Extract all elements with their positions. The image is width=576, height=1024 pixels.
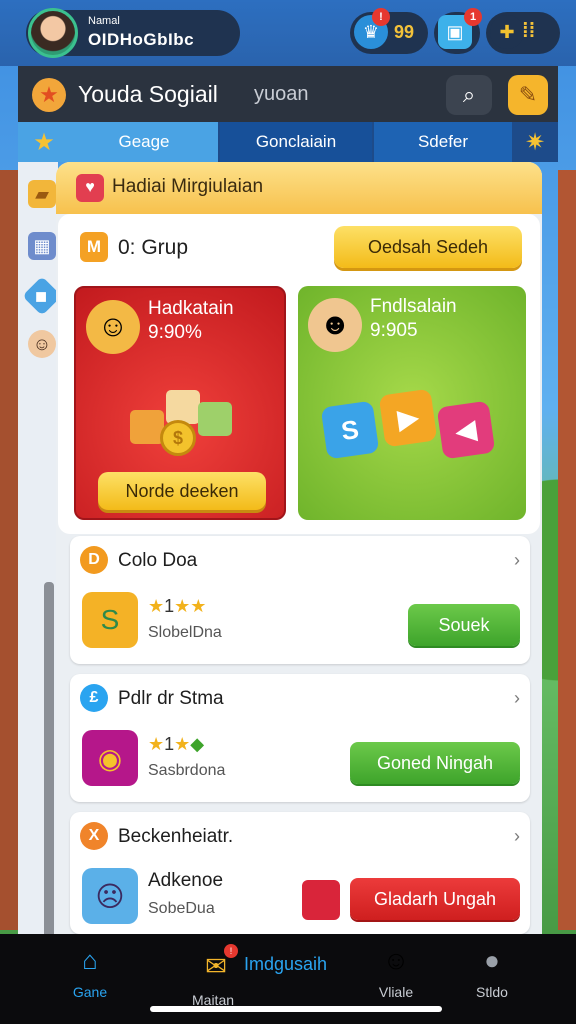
- tile-icon: ▶: [378, 388, 438, 448]
- page-title: Youda Sogiail: [78, 81, 218, 107]
- game-title: Pdlr dr Stma: [118, 688, 224, 709]
- home-indicator[interactable]: [150, 1006, 442, 1012]
- home-icon: ⌂: [82, 944, 98, 975]
- chevron-right-icon[interactable]: ›: [514, 826, 520, 847]
- main-panel: ♥ Hadiai Mirgiulaian M 0: Grup Oedsah Se…: [56, 162, 542, 934]
- game-badge-icon: D: [80, 546, 108, 574]
- promo-value: 9:905: [370, 320, 418, 341]
- top-status-bar: Namal OIDHoGbIbc ♛ ! 99 ▣ 1 ✚ ⁞⁞: [0, 0, 576, 66]
- tab-geage[interactable]: Geage: [70, 122, 218, 162]
- nav-messages-title: Imdgusaih: [244, 954, 328, 974]
- coin-icon: $: [160, 420, 196, 456]
- promo-card-green[interactable]: ☻ Fndlsalain 9:905 S ▶ ◀: [298, 286, 526, 520]
- tile-icon: ◀: [436, 400, 496, 460]
- sidebar-icon-image[interactable]: ▦: [28, 232, 56, 260]
- puzzle-icon: ✚: [490, 15, 524, 49]
- tab-bar: ★ Geage Gonclaiain Sdefer ✷: [18, 122, 558, 162]
- trophy-counter[interactable]: ♛ ! 99: [350, 8, 428, 54]
- rating-value: 1: [164, 734, 175, 754]
- nav-friends-label: Vliale: [378, 984, 414, 1000]
- tab-sdefer[interactable]: Sdefer: [374, 122, 512, 162]
- puzzle-menu[interactable]: ✚ ⁞⁞: [486, 12, 560, 54]
- nav-home[interactable]: ⌂ Gane: [60, 942, 120, 1012]
- nav-friends[interactable]: ☺ Vliale: [366, 942, 426, 1012]
- user-label: Namal: [88, 15, 120, 27]
- tile-icon: S: [320, 400, 380, 460]
- list-item[interactable]: £ Pdlr dr Stma › ◉ ★1★◆ Sasbrdona Goned …: [70, 674, 530, 802]
- trophy-value: 99: [394, 22, 415, 42]
- character-icon: ☻: [308, 298, 362, 352]
- gift-counter[interactable]: ▣ 1: [434, 8, 482, 54]
- star-badge-icon[interactable]: ✷: [518, 126, 552, 158]
- game-subtitle: SlobelDna: [148, 624, 222, 641]
- game-thumbnail: ◉: [82, 730, 138, 786]
- star-rating: ★1★★: [148, 596, 207, 616]
- notification-dot: !: [224, 944, 238, 958]
- panel-header: ♥ Hadiai Mirgiulaian: [56, 162, 542, 214]
- panel-title: Hadiai Mirgiulaian: [112, 176, 264, 197]
- tab-gonclaiain[interactable]: Gonclaiain: [220, 122, 372, 162]
- notification-dot: !: [372, 8, 390, 26]
- reward-icon: ✎: [518, 82, 538, 107]
- chevron-right-icon[interactable]: ›: [514, 550, 520, 571]
- game-subtitle: Sasbrdona: [148, 762, 226, 779]
- sidebar-scrollbar[interactable]: [44, 582, 54, 952]
- star-rating: ★1★◆: [148, 734, 205, 754]
- list-item[interactable]: X Beckenheiatr. › ☹ Adkenoe SobeDua Glad…: [70, 812, 530, 934]
- user-id: OIDHoGbIbc: [88, 30, 195, 49]
- person-icon: ●: [484, 944, 500, 975]
- game-thumbnail: ☹: [82, 868, 138, 924]
- chevron-right-icon[interactable]: ›: [514, 688, 520, 709]
- character-icon: ☺: [86, 300, 140, 354]
- group-label: 0: Grup: [118, 236, 189, 259]
- left-sidebar: ▰ ▦ ◆ ☺: [18, 162, 62, 952]
- user-profile-pill[interactable]: Namal OIDHoGbIbc: [26, 8, 240, 58]
- game-badge-icon: £: [80, 684, 108, 712]
- sidebar-icon-avatar[interactable]: ☺: [28, 330, 56, 358]
- nav-messages[interactable]: ✉ ! Imdgusaih Maitan: [186, 942, 346, 1012]
- group-card: M 0: Grup Oedsah Sedeh ☺ Hadkatain 9:90%…: [58, 214, 540, 534]
- game-thumbnail: S: [82, 592, 138, 648]
- star-icon: ★: [32, 78, 66, 112]
- nav-profile-label: Stldo: [476, 984, 508, 1000]
- title-bar: ★ Youda Sogiail yuoan ⌕ ✎: [18, 66, 558, 122]
- treasure-art: $: [116, 380, 246, 460]
- promo-card-red[interactable]: ☺ Hadkatain 9:90% $ Norde deeken: [74, 286, 286, 520]
- search-button[interactable]: ⌕: [446, 75, 492, 115]
- game-badge-icon: X: [80, 822, 108, 850]
- color-swatch: [302, 880, 340, 920]
- background-wall-left: [0, 170, 18, 930]
- promo-title: Hadkatain: [148, 298, 234, 319]
- nav-profile[interactable]: ● Stldo: [462, 942, 522, 1012]
- nav-home-label: Gane: [72, 984, 108, 1000]
- reward-button[interactable]: ✎: [508, 75, 548, 115]
- group-icon: M: [80, 232, 108, 262]
- list-item[interactable]: D Colo Doa › S ★1★★ SlobelDna Souek: [70, 536, 530, 664]
- game-play-button[interactable]: Goned Ningah: [350, 742, 520, 784]
- promo-title: Fndlsalain: [370, 296, 457, 317]
- avatar[interactable]: [28, 8, 78, 58]
- search-icon: ⌕: [462, 82, 476, 107]
- box-icon: [130, 410, 164, 444]
- game-play-button[interactable]: Souek: [408, 604, 520, 646]
- rating-value: 1: [164, 596, 175, 616]
- box-icon: [166, 390, 200, 424]
- game-title: Colo Doa: [118, 550, 198, 571]
- game-play-button[interactable]: Gladarh Ungah: [350, 878, 520, 920]
- box-icon: [198, 402, 232, 436]
- game-title: Beckenheiatr.: [118, 826, 234, 847]
- game-name: Adkenoe: [148, 870, 224, 891]
- favorites-tab-icon[interactable]: ★: [18, 122, 70, 162]
- group-action-button[interactable]: Oedsah Sedeh: [334, 226, 522, 268]
- sidebar-icon-folder[interactable]: ▰: [28, 180, 56, 208]
- friend-avatar-icon: ☺: [382, 944, 410, 975]
- game-subtitle: SobeDua: [148, 900, 215, 917]
- promo-value: 9:90%: [148, 322, 202, 343]
- page-subtitle: yuoan: [254, 83, 309, 105]
- grid-icon: ⁞⁞: [522, 20, 536, 42]
- gift-badge: 1: [464, 8, 482, 26]
- heart-icon: ♥: [76, 174, 104, 202]
- background-wall-right: [558, 170, 576, 930]
- promo-button[interactable]: Norde deeken: [98, 472, 266, 510]
